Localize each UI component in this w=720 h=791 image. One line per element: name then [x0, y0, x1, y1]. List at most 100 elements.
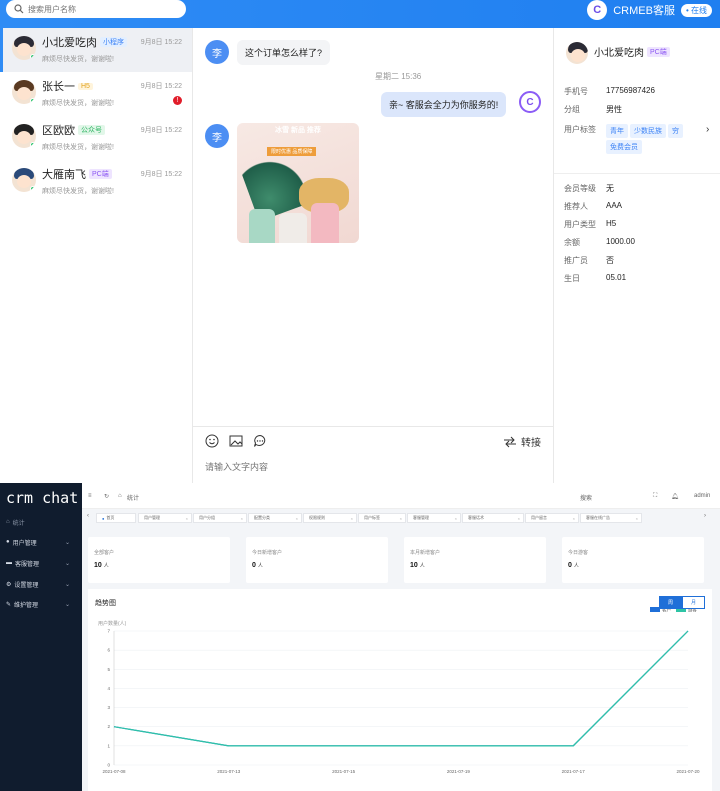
sidebar-label: 用户管理 — [12, 540, 37, 547]
emoji-icon[interactable] — [205, 434, 219, 448]
tab-users[interactable]: 用户管理 × — [138, 513, 192, 523]
promoter-value: 否 — [606, 256, 614, 265]
tab-label: 客服管理 — [413, 515, 429, 520]
tab-label: 用户分组 — [199, 515, 215, 520]
chevron-right-icon[interactable]: › — [706, 124, 709, 135]
sidebar-label: 统计 — [12, 520, 25, 527]
unread-badge: ! — [173, 96, 182, 105]
close-icon[interactable]: × — [455, 516, 457, 521]
x-tick-label: 2021-07-15 — [332, 769, 356, 774]
close-icon[interactable]: × — [186, 516, 188, 521]
tab-label: 配置分类 — [254, 515, 270, 520]
quick-reply-icon[interactable] — [253, 434, 267, 448]
wrench-icon: ✎ — [6, 601, 12, 608]
search-box[interactable] — [6, 0, 186, 18]
tab-config-category[interactable]: 配置分类 × — [248, 513, 302, 523]
brand-name: CRMEB客服 — [613, 5, 675, 17]
period-toggle: 周 月 — [658, 596, 705, 609]
product-image[interactable]: 冰雪 新品 推荐 限时优惠 品质保障 — [237, 123, 359, 243]
close-icon[interactable]: × — [636, 516, 638, 521]
sidebar-item-settings[interactable]: ⚙ 设置管理 ⌄ — [0, 575, 82, 593]
search-input[interactable] — [28, 4, 178, 14]
menu-icon[interactable]: ≡ — [88, 493, 92, 499]
crmeb-logo-icon: C — [587, 0, 608, 20]
message-input[interactable] — [205, 462, 545, 472]
type-value: H5 — [606, 219, 617, 228]
x-tick-label: 2021-07-13 — [217, 769, 241, 774]
admin-user[interactable]: admin — [694, 493, 710, 499]
profile-tag: PC端 — [647, 46, 670, 57]
tab-service-manage[interactable]: 客服管理 × — [407, 513, 461, 523]
tab-online-ads[interactable]: 客服在线广告 × — [580, 513, 642, 523]
tab-service-scripts[interactable]: 客服话术 × — [462, 513, 524, 523]
sidebar-item-users[interactable]: ● 用户管理 ⌄ — [0, 533, 82, 551]
contact-name: 区欧欧 — [42, 125, 75, 137]
sidebar-item-service[interactable]: ▬ 客服管理 ⌄ — [0, 554, 82, 572]
stat-label: 今日游客 — [568, 550, 589, 556]
refresh-icon[interactable]: ↻ — [104, 493, 109, 500]
level-value: 无 — [606, 184, 614, 193]
brand: C CRMEB客服 • 在线 — [587, 0, 712, 20]
agent-avatar: C — [519, 91, 541, 113]
referrer-value: AAA — [606, 201, 623, 210]
image-icon[interactable] — [229, 434, 243, 448]
contact-item[interactable]: 张长一 H5 麻烦尽快发货，谢谢啦! 9月8日 15:22 ! — [0, 72, 192, 116]
toggle-month[interactable]: 月 — [681, 596, 705, 609]
stat-value: 0 — [252, 562, 256, 569]
close-icon[interactable]: × — [351, 516, 353, 521]
online-status[interactable]: • 在线 — [680, 3, 712, 17]
fullscreen-icon[interactable]: ⛶ — [653, 493, 657, 500]
image-caption: 冰雪 新品 推荐 — [275, 127, 321, 134]
stat-value: 0 — [568, 562, 572, 569]
stat-value: 10 — [410, 562, 418, 569]
referrer-label: 推荐人 — [564, 202, 588, 211]
header-search[interactable]: 搜索 — [580, 493, 592, 502]
contact-name: 张长一 — [42, 81, 75, 93]
avatar — [12, 124, 36, 148]
tab-home[interactable]: ● 首页 — [96, 513, 136, 523]
tags-label: 用户标签 — [564, 125, 596, 134]
bell-icon[interactable]: 🔔︎ — [671, 493, 679, 500]
transfer-button[interactable]: 转接 — [503, 434, 541, 449]
user-avatar: 李 — [205, 40, 229, 64]
chevron-left-icon[interactable]: ‹ — [87, 513, 89, 519]
contact-name: 小北爱吃肉 — [42, 37, 97, 49]
crm-dashboard: crm chat ⌂ 统计 ● 用户管理 ⌄ ▬ 客服管理 ⌄ ⚙ 设置管理 ⌄ ✎ 维护管理 ⌄… — [0, 483, 720, 791]
toggle-week[interactable]: 周 — [658, 596, 682, 609]
tab-permission-rules[interactable]: 权限规则 × — [303, 513, 357, 523]
stat-unit: 人 — [257, 563, 263, 569]
avatar — [12, 36, 36, 60]
profile-name: 小北爱吃肉 — [594, 48, 644, 59]
tab-user-group[interactable]: 用户分组 × — [193, 513, 247, 523]
chevron-right-icon[interactable]: › — [704, 513, 706, 519]
y-tick-label: 1 — [107, 743, 110, 748]
user-tag: 免费会员 — [606, 140, 642, 154]
close-icon[interactable]: × — [573, 516, 575, 521]
sidebar-item-stats[interactable]: ⌂ 统计 — [0, 513, 82, 531]
close-icon[interactable]: × — [518, 516, 520, 521]
sidebar-item-maintenance[interactable]: ✎ 维护管理 ⌄ — [0, 595, 82, 613]
tab-user-tags[interactable]: 用户标签 × — [358, 513, 406, 523]
message-bubble: 这个订单怎么样了? — [237, 40, 331, 65]
tab-label: 首页 — [106, 515, 115, 520]
close-icon[interactable]: × — [296, 516, 298, 521]
chat-window: 李 这个订单怎么样了? 星期二 15:36 亲~ 客服会全力为你服务的! C 李… — [193, 28, 553, 483]
contact-item[interactable]: 大雁南飞 PC端 麻烦尽快发货，谢谢啦! 9月8日 15:22 — [0, 160, 192, 204]
tab-user-messages[interactable]: 用户留言 × — [525, 513, 579, 523]
chat-header: C CRMEB客服 • 在线 — [0, 0, 720, 28]
balance-value: 1000.00 — [606, 237, 635, 246]
y-tick-label: 2 — [107, 724, 110, 729]
trend-chart: 用户数量(人) 0 1 2 3 4 5 6 7 2021-07-08 2021-07-13 2021-… — [98, 607, 700, 775]
close-icon[interactable]: × — [400, 516, 402, 521]
message-time: 9月8日 15:22 — [140, 171, 182, 178]
last-message: 麻烦尽快发货，谢谢啦! — [42, 100, 114, 107]
user-tag: 青年 — [606, 124, 628, 138]
last-message: 麻烦尽快发货，谢谢啦! — [42, 144, 114, 151]
contact-name: 大雁南飞 — [42, 169, 86, 181]
contact-item[interactable]: 区欧欧 公众号 麻烦尽快发货，谢谢啦! 9月8日 15:22 — [0, 116, 192, 160]
stat-card: 本月新增客户 10 人 — [404, 537, 546, 583]
home-icon[interactable]: ⌂ — [118, 493, 122, 499]
close-icon[interactable]: × — [241, 516, 243, 521]
home-icon: ⌂ — [6, 519, 10, 525]
contact-item[interactable]: 小北爱吃肉 小程序 麻烦尽快发货，谢谢啦! 9月8日 15:22 — [0, 28, 192, 72]
